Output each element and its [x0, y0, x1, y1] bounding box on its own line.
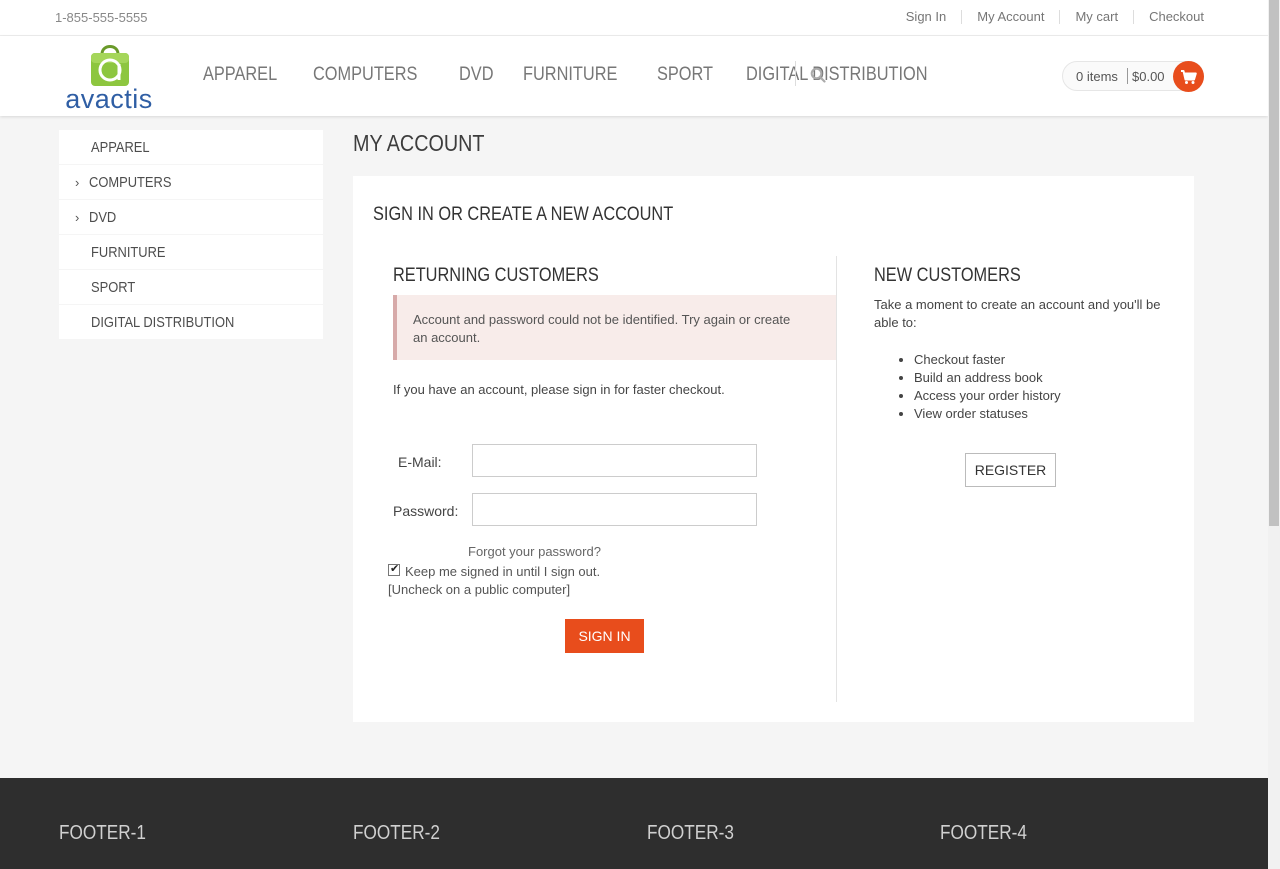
- sidebar-item-furniture[interactable]: FURNITURE: [59, 235, 323, 269]
- search-icon[interactable]: [810, 67, 826, 83]
- signin-hint: If you have an account, please sign in f…: [393, 382, 725, 397]
- sidebar-item-sport[interactable]: SPORT: [59, 270, 323, 304]
- sign-in-button[interactable]: SIGN IN: [565, 619, 644, 653]
- sign-in-link[interactable]: Sign In: [891, 10, 961, 24]
- sidebar-item-digital-distribution[interactable]: DIGITAL DISTRIBUTION: [59, 305, 323, 339]
- sidebar-item-label: APPAREL: [91, 139, 150, 156]
- keep-signed-in-label: Keep me signed in until I sign out.: [405, 564, 601, 579]
- logo[interactable]: avactis: [63, 38, 155, 114]
- sidebar-item-label: COMPUTERS: [89, 174, 172, 191]
- cart-button[interactable]: [1173, 61, 1204, 92]
- nav-computers[interactable]: COMPUTERS: [313, 64, 417, 86]
- sidebar-item-label: DVD: [89, 209, 117, 226]
- list-item: View order statuses: [914, 405, 1061, 423]
- cart-total: $0.00: [1132, 69, 1165, 84]
- error-alert: Account and password could not be identi…: [393, 295, 836, 360]
- cart-icon: [1181, 70, 1197, 84]
- logo-text: avactis: [65, 84, 153, 114]
- list-item: Checkout faster: [914, 351, 1061, 369]
- checkbox-checked-icon: ✔: [390, 563, 400, 575]
- footer-heading-3: FOOTER-3: [647, 822, 734, 844]
- nav-divider: [795, 61, 796, 86]
- chevron-right-icon: ›: [75, 175, 80, 190]
- phone-number: 1-855-555-5555: [55, 10, 148, 25]
- my-cart-link[interactable]: My cart: [1059, 10, 1133, 24]
- cart-divider: [1127, 68, 1128, 84]
- benefits-list: Checkout faster Build an address book Ac…: [874, 351, 1061, 423]
- forgot-password-link[interactable]: Forgot your password?: [468, 544, 601, 559]
- register-button[interactable]: REGISTER: [965, 453, 1056, 487]
- public-computer-note: [Uncheck on a public computer]: [388, 582, 571, 597]
- cart-item-count: 0 items: [1076, 69, 1118, 84]
- sidebar-item-dvd[interactable]: › DVD: [59, 200, 323, 234]
- nav-dvd[interactable]: DVD: [459, 64, 494, 86]
- card-title: SIGN IN OR CREATE A NEW ACCOUNT: [373, 204, 674, 225]
- new-customers-intro: Take a moment to create an account and y…: [874, 297, 1161, 330]
- page-title: MY ACCOUNT: [353, 130, 485, 156]
- site-footer: FOOTER-1 FOOTER-2 FOOTER-3 FOOTER-4: [0, 778, 1268, 869]
- nav-sport[interactable]: SPORT: [657, 64, 713, 86]
- nav-digital-distribution[interactable]: DIGITAL DISTRIBUTION: [746, 64, 928, 86]
- checkout-link[interactable]: Checkout: [1133, 10, 1204, 24]
- email-field[interactable]: [472, 444, 757, 477]
- keep-signed-in-checkbox[interactable]: ✔: [388, 563, 400, 576]
- password-label: Password:: [393, 503, 459, 519]
- footer-heading-1: FOOTER-1: [59, 822, 146, 844]
- account-card: SIGN IN OR CREATE A NEW ACCOUNT RETURNIN…: [353, 176, 1194, 722]
- main-nav: APPAREL COMPUTERS DVD FURNITURE SPORT DI…: [203, 64, 981, 86]
- sidebar-item-label: DIGITAL DISTRIBUTION: [91, 314, 235, 331]
- error-message: Account and password could not be identi…: [413, 312, 791, 345]
- nav-furniture[interactable]: FURNITURE: [523, 64, 617, 86]
- top-links: Sign In My Account My cart Checkout: [891, 10, 1204, 24]
- chevron-right-icon: ›: [75, 210, 80, 225]
- list-item: Access your order history: [914, 387, 1061, 405]
- sidebar-item-label: FURNITURE: [91, 244, 166, 261]
- new-customers-heading: NEW CUSTOMERS: [874, 265, 1021, 286]
- sidebar-item-label: SPORT: [91, 279, 136, 296]
- top-bar: 1-855-555-5555 Sign In My Account My car…: [0, 0, 1268, 36]
- footer-heading-4: FOOTER-4: [940, 822, 1027, 844]
- sidebar-item-apparel[interactable]: APPAREL: [59, 130, 323, 164]
- list-item: Build an address book: [914, 369, 1061, 387]
- column-divider: [836, 256, 837, 702]
- returning-customers-heading: RETURNING CUSTOMERS: [393, 265, 599, 286]
- site-header: avactis APPAREL COMPUTERS DVD FURNITURE …: [0, 36, 1268, 116]
- sidebar-item-computers[interactable]: › COMPUTERS: [59, 165, 323, 199]
- password-field[interactable]: [472, 493, 757, 526]
- shopping-bag-logo-icon: [91, 45, 129, 86]
- cart-widget[interactable]: 0 items $0.00: [1062, 61, 1204, 92]
- footer-heading-2: FOOTER-2: [353, 822, 440, 844]
- category-sidebar: APPAREL › COMPUTERS › DVD FURNITURE SPOR…: [59, 130, 323, 340]
- nav-apparel[interactable]: APPAREL: [203, 64, 277, 86]
- email-label: E-Mail:: [398, 454, 442, 470]
- my-account-link[interactable]: My Account: [961, 10, 1059, 24]
- scrollbar-thumb[interactable]: [1269, 0, 1279, 526]
